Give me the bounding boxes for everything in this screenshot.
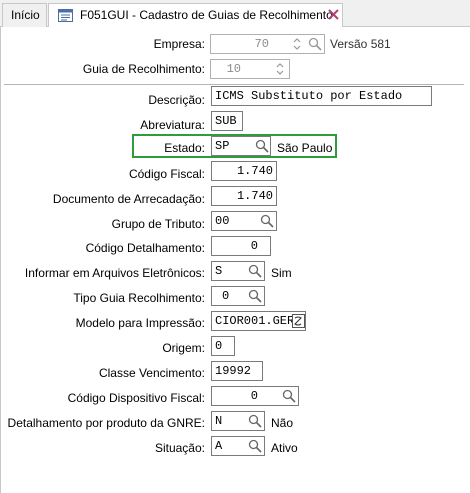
situacao-value: A <box>215 439 223 453</box>
situacao-label: Situação: <box>154 441 205 455</box>
estado-description: São Paulo <box>277 141 333 155</box>
grupo-tributo-label: Grupo de Tributo: <box>111 217 205 231</box>
folder-icon[interactable] <box>292 314 305 328</box>
tipo-guia-label: Tipo Guia Recolhimento: <box>73 291 205 305</box>
tab-bar: Início F051GUI - Cadastro de Guias de Re… <box>0 0 470 28</box>
codigo-fiscal-value: 1.740 <box>236 164 273 178</box>
search-icon[interactable] <box>255 139 269 153</box>
tab-inicio[interactable]: Início <box>2 3 47 27</box>
origem-value: 0 <box>215 339 223 353</box>
arquivos-eletronicos-label: Informar em Arquivos Eletrônicos: <box>24 266 205 280</box>
search-icon[interactable] <box>282 389 296 403</box>
empresa-value: 70 <box>254 37 269 51</box>
arquivos-eletronicos-description: Sim <box>271 266 292 280</box>
descricao-label: Descrição: <box>148 93 205 107</box>
search-icon[interactable] <box>248 264 262 278</box>
codigo-fiscal-field[interactable]: 1.740 <box>211 161 277 181</box>
codigo-fiscal-label: Código Fiscal: <box>128 167 205 181</box>
empresa-version: Versão 581 <box>330 37 391 51</box>
abreviatura-value: SUB <box>215 114 237 128</box>
guia-value: 10 <box>226 62 241 76</box>
document-icon <box>58 9 73 22</box>
classe-vencimento-value: 19992 <box>215 364 252 378</box>
modelo-impressao-label: Modelo para Impressão: <box>75 316 205 330</box>
documento-arrecadacao-field[interactable]: 1.740 <box>211 186 277 206</box>
descricao-field[interactable]: ICMS Substituto por Estado <box>211 86 432 106</box>
codigo-dispositivo-value: 0 <box>250 389 258 403</box>
abreviatura-field[interactable]: SUB <box>211 111 243 131</box>
grupo-tributo-value: 00 <box>215 214 230 228</box>
tab-inicio-label: Início <box>11 8 40 22</box>
abreviatura-label: Abreviatura: <box>140 118 205 132</box>
tab-f051gui-label: F051GUI - Cadastro de Guias de Recolhime… <box>80 8 333 22</box>
search-icon[interactable] <box>308 37 322 51</box>
search-icon[interactable] <box>248 414 262 428</box>
section-separator <box>4 84 464 85</box>
descricao-value: ICMS Substituto por Estado <box>215 89 403 103</box>
classe-vencimento-label: Classe Vencimento: <box>98 366 205 380</box>
guia-label: Guia de Recolhimento: <box>82 62 205 76</box>
codigo-detalhamento-label: Código Detalhamento: <box>85 241 205 255</box>
origem-label: Origem: <box>162 341 205 355</box>
spinner-icon[interactable] <box>275 62 285 76</box>
estado-value: SP <box>215 139 230 153</box>
detalhamento-gnre-description: Não <box>271 416 294 430</box>
documento-arrecadacao-label: Documento de Arrecadação: <box>52 192 205 206</box>
search-icon[interactable] <box>260 214 274 228</box>
form-panel: Empresa: 70 Versão 581 Guia de Recolhime… <box>0 27 470 493</box>
tab-f051gui[interactable]: F051GUI - Cadastro de Guias de Recolhime… <box>48 3 343 28</box>
codigo-detalhamento-value: 0 <box>250 239 258 253</box>
estado-label: Estado: <box>164 141 205 155</box>
tipo-guia-value: 0 <box>222 289 230 303</box>
close-icon[interactable] <box>328 9 339 20</box>
origem-field[interactable]: 0 <box>211 336 235 356</box>
search-icon[interactable] <box>248 289 262 303</box>
detalhamento-gnre-label: Detalhamento por produto da GNRE: <box>7 416 205 430</box>
codigo-dispositivo-label: Código Dispositivo Fiscal: <box>67 391 205 405</box>
arquivos-eletronicos-value: S <box>215 264 223 278</box>
classe-vencimento-field[interactable]: 19992 <box>211 361 263 381</box>
detalhamento-gnre-value: N <box>215 414 223 428</box>
documento-arrecadacao-value: 1.740 <box>236 189 273 203</box>
spinner-icon[interactable] <box>292 37 302 51</box>
search-icon[interactable] <box>248 439 262 453</box>
modelo-impressao-value: CIOR001.GER <box>215 314 295 328</box>
situacao-description: Ativo <box>271 441 298 455</box>
codigo-detalhamento-field[interactable]: 0 <box>211 236 271 256</box>
empresa-label: Empresa: <box>153 37 205 51</box>
